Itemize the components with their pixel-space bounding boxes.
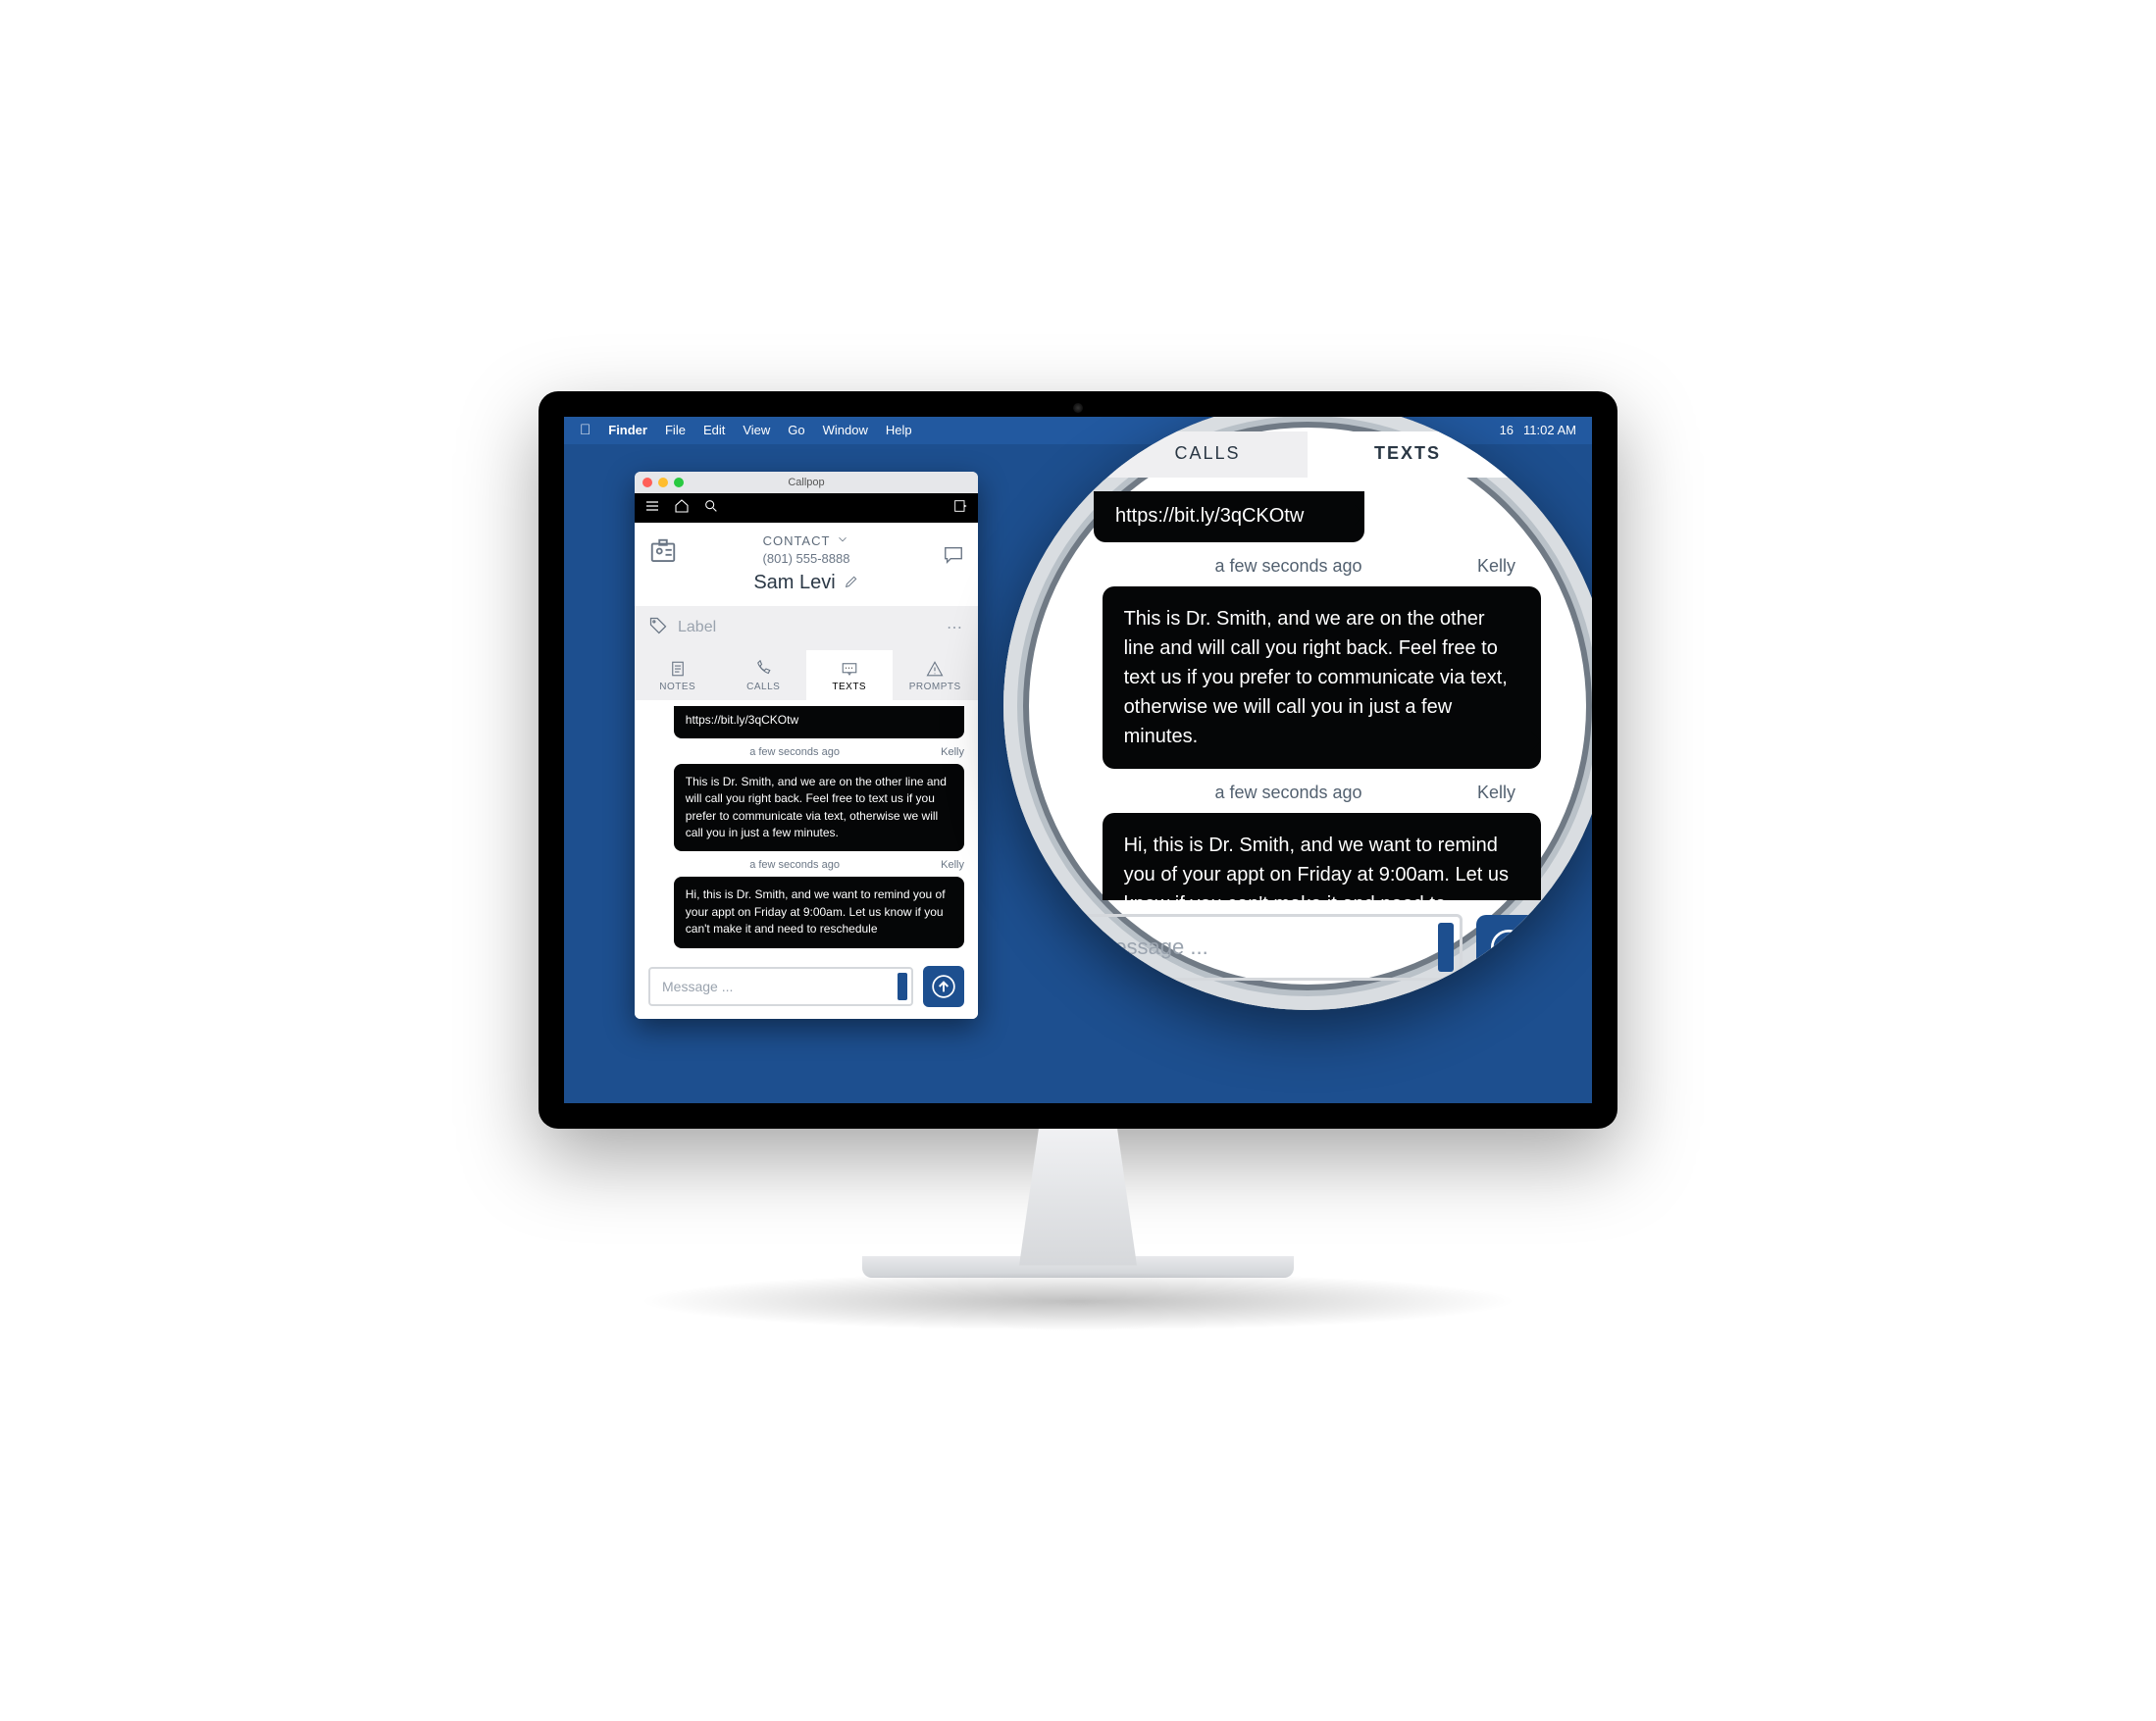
export-icon[interactable] (952, 498, 968, 517)
message-text: https://bit.ly/3qCKOtw (686, 713, 798, 727)
speech-bubble-icon[interactable] (943, 544, 964, 569)
magnifier-overlay: CALLS TEXTS https://bit.ly/3qCKOtw a few… (1003, 417, 1592, 1010)
callpop-window: Callpop CONTACT (635, 472, 978, 1019)
mag-text: Hi, this is Dr. Smith, and we want to re… (1124, 835, 1509, 900)
screen-bezel:  Finder File Edit View Go Window Help 1… (539, 391, 1617, 1129)
chevron-down-icon[interactable] (836, 532, 849, 549)
message-placeholder: Message ... (662, 979, 733, 994)
message-sender: Kelly (941, 859, 964, 871)
contact-card: CONTACT (801) 555-8888 Sam Levi (635, 523, 978, 606)
tag-icon (648, 616, 668, 640)
message-bubble: https://bit.ly/3qCKOtw (674, 706, 964, 738)
message-sender: Kelly (941, 746, 964, 758)
imac-monitor:  Finder File Edit View Go Window Help 1… (539, 391, 1617, 1331)
send-button[interactable] (923, 966, 964, 1007)
menu-help[interactable]: Help (886, 423, 912, 437)
more-dots-icon[interactable]: ⋯ (947, 618, 964, 637)
message-input[interactable]: Message ... (648, 967, 913, 1006)
tab-prompts[interactable]: PROMPTS (893, 650, 979, 700)
floor-shadow (637, 1272, 1519, 1331)
message-meta: a few seconds ago Kelly (648, 746, 964, 758)
message-text: Hi, this is Dr. Smith, and we want to re… (686, 887, 946, 936)
mag-meta: a few seconds ago Kelly (1100, 556, 1515, 577)
hamburger-icon[interactable] (644, 498, 660, 517)
menu-go[interactable]: Go (788, 423, 804, 437)
mag-send-button[interactable] (1476, 915, 1541, 980)
mag-bubble: https://bit.ly/3qCKOtw (1094, 491, 1364, 542)
mag-meta: a few seconds ago Kelly (1100, 783, 1515, 803)
tab-notes-label: NOTES (659, 682, 695, 692)
menu-file[interactable]: File (665, 423, 686, 437)
mag-sender: Kelly (1477, 783, 1515, 803)
label-row[interactable]: Label ⋯ (635, 606, 978, 650)
composer: Message ... (635, 954, 978, 1019)
mag-message-input[interactable]: Message ... (1074, 914, 1463, 981)
message-time: a few seconds ago (648, 859, 941, 871)
contact-heading: CONTACT (763, 533, 831, 548)
tab-texts-label: TEXTS (832, 682, 866, 692)
tabs-row: NOTES CALLS TEXTS PROMPTS (635, 650, 978, 700)
mag-time: a few seconds ago (1100, 556, 1477, 577)
message-text: This is Dr. Smith, and we are on the oth… (686, 775, 947, 839)
desktop:  Finder File Edit View Go Window Help 1… (564, 417, 1592, 1103)
home-icon[interactable] (674, 498, 690, 517)
menubar-date: 16 (1500, 423, 1514, 437)
message-bubble: This is Dr. Smith, and we are on the oth… (674, 764, 964, 852)
menubar-app-name[interactable]: Finder (608, 423, 647, 437)
menu-edit[interactable]: Edit (703, 423, 725, 437)
mag-text: https://bit.ly/3qCKOtw (1115, 505, 1304, 527)
tab-calls-label: CALLS (746, 682, 780, 692)
contact-name: Sam Levi (753, 572, 835, 594)
tab-prompts-label: PROMPTS (909, 682, 961, 692)
input-accent (898, 973, 907, 1000)
message-time: a few seconds ago (648, 746, 941, 758)
tab-notes[interactable]: NOTES (635, 650, 721, 700)
mag-bubble: Hi, this is Dr. Smith, and we want to re… (1103, 813, 1541, 900)
mag-composer: Message ... (1074, 914, 1541, 981)
search-icon[interactable] (703, 498, 719, 517)
mag-messages: https://bit.ly/3qCKOtw a few seconds ago… (1049, 478, 1566, 900)
message-bubble: Hi, this is Dr. Smith, and we want to re… (674, 877, 964, 947)
mag-input-accent (1438, 923, 1454, 972)
mag-text: This is Dr. Smith, and we are on the oth… (1124, 608, 1508, 747)
camera-dot (1073, 403, 1083, 413)
messages-pane[interactable]: https://bit.ly/3qCKOtw a few seconds ago… (635, 700, 978, 954)
monitor-stand (980, 1129, 1176, 1266)
menu-view[interactable]: View (743, 423, 770, 437)
apple-logo-icon[interactable]:  (580, 422, 590, 438)
menu-window[interactable]: Window (823, 423, 868, 437)
id-badge-icon (648, 536, 678, 569)
mag-placeholder: Message ... (1097, 935, 1208, 959)
mag-time: a few seconds ago (1100, 783, 1477, 803)
menubar-time: 11:02 AM (1523, 423, 1576, 437)
mag-sender: Kelly (1477, 556, 1515, 577)
mag-bubble: This is Dr. Smith, and we are on the oth… (1103, 586, 1541, 769)
edit-pencil-icon[interactable] (844, 574, 859, 592)
mag-tabs: CALLS TEXTS (1107, 431, 1508, 478)
message-meta: a few seconds ago Kelly (648, 859, 964, 871)
tab-calls[interactable]: CALLS (721, 650, 807, 700)
window-titlebar[interactable]: Callpop (635, 472, 978, 493)
tab-texts[interactable]: TEXTS (806, 650, 893, 700)
label-placeholder: Label (678, 619, 716, 636)
contact-phone: (801) 555-8888 (763, 551, 850, 566)
window-title: Callpop (635, 477, 978, 488)
app-toolbar (635, 493, 978, 523)
